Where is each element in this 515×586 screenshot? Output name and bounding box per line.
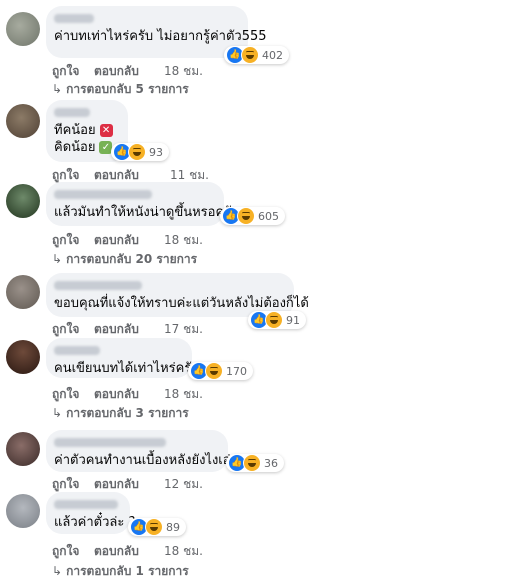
avatar[interactable] bbox=[6, 340, 40, 374]
reply-arrow-icon: ↳ bbox=[52, 82, 63, 96]
avatar[interactable] bbox=[6, 104, 40, 138]
reply-button[interactable]: ตอบกลับ bbox=[94, 542, 164, 561]
reaction-summary[interactable]: 👍 91 bbox=[248, 311, 306, 329]
haha-reaction-icon bbox=[265, 311, 283, 329]
author-name-blurred[interactable] bbox=[54, 500, 118, 509]
comment-actions: ถูกใจ ตอบกลับ 17 ชม. bbox=[52, 320, 203, 339]
author-name-blurred[interactable] bbox=[54, 281, 142, 290]
like-button[interactable]: ถูกใจ bbox=[52, 62, 94, 81]
haha-reaction-icon bbox=[205, 362, 223, 380]
author-name-blurred[interactable] bbox=[54, 438, 166, 447]
timestamp[interactable]: 18 ชม. bbox=[164, 542, 203, 561]
avatar[interactable] bbox=[6, 275, 40, 309]
haha-reaction-icon bbox=[241, 46, 259, 64]
comment-text: แล้วค่าตั๋วล่ะ ? bbox=[54, 515, 136, 530]
comment-text: แล้วมันทำให้หนังน่าดูขึ้นหรอครับ bbox=[54, 205, 240, 220]
comment-text: ขอบคุณที่แจ้งให้ทราบค่ะแต่วันหลังไม่ต้อง… bbox=[54, 296, 309, 311]
reply-arrow-icon: ↳ bbox=[52, 564, 63, 578]
author-name-blurred[interactable] bbox=[54, 14, 94, 23]
view-replies-link[interactable]: ↳ การตอบกลับ 5 รายการ bbox=[52, 80, 189, 99]
cross-mark-icon: ✕ bbox=[99, 124, 113, 137]
reply-button[interactable]: ตอบกลับ bbox=[94, 385, 164, 404]
like-button[interactable]: ถูกใจ bbox=[52, 385, 94, 404]
replies-count: การตอบกลับ 3 รายการ bbox=[66, 406, 189, 420]
comment-bubble: แล้วมันทำให้หนังน่าดูขึ้นหรอครับ bbox=[46, 182, 240, 226]
author-name-blurred[interactable] bbox=[54, 190, 152, 199]
haha-reaction-icon bbox=[237, 207, 255, 225]
reaction-summary[interactable]: 👍 36 bbox=[226, 454, 284, 472]
timestamp[interactable]: 18 ชม. bbox=[164, 385, 203, 404]
author-name-blurred[interactable] bbox=[54, 346, 100, 355]
view-replies-link[interactable]: ↳ การตอบกลับ 20 รายการ bbox=[52, 250, 197, 269]
avatar[interactable] bbox=[6, 432, 40, 466]
avatar[interactable] bbox=[6, 12, 40, 46]
reaction-count: 91 bbox=[286, 313, 300, 327]
reaction-summary[interactable]: 👍 89 bbox=[128, 518, 186, 536]
reaction-summary[interactable]: 👍 93 bbox=[111, 143, 169, 161]
haha-reaction-icon bbox=[243, 454, 261, 472]
comment-text: ค่าตัวคนทำงานเบื้องหลังยังไงเอ่ย bbox=[54, 453, 239, 468]
haha-reaction-icon bbox=[145, 518, 163, 536]
comment-actions: ถูกใจ ตอบกลับ 18 ชม. bbox=[52, 231, 203, 250]
comment-bubble: แล้วค่าตั๋วล่ะ ? bbox=[46, 492, 136, 534]
comment-text: คนเขียนบทได้เท่าไหร่ครับ bbox=[54, 361, 200, 376]
timestamp[interactable]: 12 ชม. bbox=[164, 475, 203, 494]
comment-actions: ถูกใจ ตอบกลับ 18 ชม. bbox=[52, 385, 203, 404]
reply-button[interactable]: ตอบกลับ bbox=[94, 231, 164, 250]
reaction-count: 170 bbox=[226, 364, 247, 378]
reaction-summary[interactable]: 👍 605 bbox=[220, 207, 285, 225]
comment-actions: ถูกใจ ตอบกลับ 18 ชม. bbox=[52, 62, 203, 81]
comment-bubble: คนเขียนบทได้เท่าไหร่ครับ bbox=[46, 338, 200, 378]
timestamp[interactable]: 17 ชม. bbox=[164, 320, 203, 339]
reaction-count: 605 bbox=[258, 209, 279, 223]
view-replies-link[interactable]: ↳ การตอบกลับ 3 รายการ bbox=[52, 404, 189, 423]
comment-actions: ถูกใจ ตอบกลับ 18 ชม. bbox=[52, 542, 203, 561]
comment-text-line-1: ทีคน้อย bbox=[54, 123, 96, 138]
avatar[interactable] bbox=[6, 494, 40, 528]
reaction-count: 402 bbox=[262, 48, 283, 62]
timestamp[interactable]: 18 ชม. bbox=[164, 231, 203, 250]
like-button[interactable]: ถูกใจ bbox=[52, 542, 94, 561]
reaction-count: 36 bbox=[264, 456, 278, 470]
reaction-summary[interactable]: 👍 402 bbox=[224, 46, 289, 64]
view-replies-link[interactable]: ↳ การตอบกลับ 1 รายการ bbox=[52, 562, 189, 581]
comment-text: ค่าบทเท่าไหร่ครับ ไม่อยากรู้ค่าตัว555 bbox=[54, 29, 267, 44]
timestamp[interactable]: 18 ชม. bbox=[164, 62, 203, 81]
replies-count: การตอบกลับ 5 รายการ bbox=[66, 82, 189, 96]
reply-button[interactable]: ตอบกลับ bbox=[94, 320, 164, 339]
like-button[interactable]: ถูกใจ bbox=[52, 320, 94, 339]
comment-bubble: ค่าบทเท่าไหร่ครับ ไม่อยากรู้ค่าตัว555 👍 … bbox=[46, 6, 289, 64]
replies-count: การตอบกลับ 1 รายการ bbox=[66, 564, 189, 578]
reaction-count: 89 bbox=[166, 520, 180, 534]
comment-bubble: ค่าตัวคนทำงานเบื้องหลังยังไงเอ่ย bbox=[46, 430, 239, 472]
reaction-summary[interactable]: 👍 170 bbox=[188, 362, 253, 380]
reply-arrow-icon: ↳ bbox=[52, 252, 63, 266]
comment-text-line-2: คิดน้อย bbox=[54, 140, 96, 155]
haha-reaction-icon bbox=[128, 143, 146, 161]
reply-button[interactable]: ตอบกลับ bbox=[94, 62, 164, 81]
comment-line: ทีคน้อย ✕ bbox=[54, 122, 118, 139]
comment-line: คิดน้อย ✓ bbox=[54, 139, 118, 156]
reaction-count: 93 bbox=[149, 145, 163, 159]
author-name-blurred[interactable] bbox=[54, 108, 90, 117]
replies-count: การตอบกลับ 20 รายการ bbox=[66, 252, 198, 266]
reply-arrow-icon: ↳ bbox=[52, 406, 63, 420]
avatar[interactable] bbox=[6, 184, 40, 218]
like-button[interactable]: ถูกใจ bbox=[52, 231, 94, 250]
